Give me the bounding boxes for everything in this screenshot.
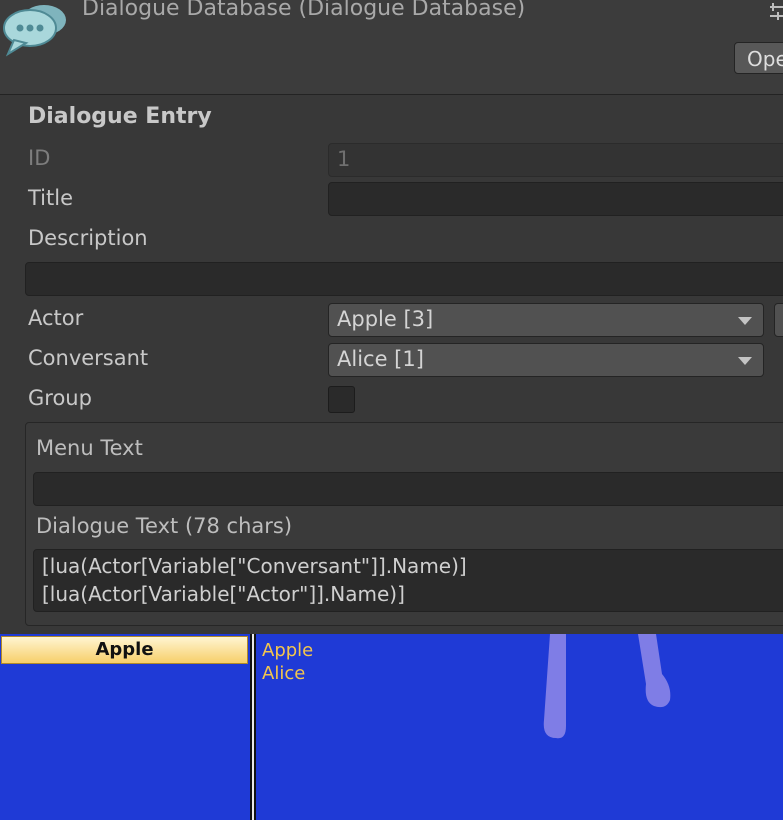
actor-name-tab: Apple	[1, 636, 248, 664]
dialogue-text-area[interactable]: [lua(Actor[Variable["Conversant"]].Name)…	[33, 549, 783, 612]
actor-dropdown-value: Apple [3]	[337, 307, 434, 331]
window-title: Dialogue Database (Dialogue Database)	[82, 0, 526, 21]
game-preview: Apple Apple Alice	[0, 634, 783, 820]
preview-line: Alice	[262, 663, 306, 684]
title-field[interactable]	[328, 182, 783, 216]
actor-label: Actor	[28, 306, 84, 330]
menu-text-label: Menu Text	[36, 436, 143, 460]
window-header: Dialogue Database (Dialogue Database) Op…	[0, 0, 783, 95]
conversant-dropdown[interactable]: Alice [1]	[328, 343, 764, 377]
description-label: Description	[28, 226, 148, 250]
chevron-down-icon	[738, 357, 752, 365]
title-label: Title	[28, 186, 74, 210]
preview-line: Apple	[262, 640, 314, 661]
chevron-down-icon	[738, 317, 752, 325]
open-button[interactable]: Ope	[734, 42, 783, 74]
dialogue-text-line: [lua(Actor[Variable["Actor"]].Name)]	[42, 582, 405, 606]
group-label: Group	[28, 386, 92, 410]
description-field[interactable]	[25, 262, 783, 296]
conversant-dropdown-value: Alice [1]	[337, 347, 424, 371]
character-legs-image	[543, 634, 671, 739]
actor-dropdown[interactable]: Apple [3]	[328, 303, 764, 337]
menu-text-field[interactable]	[33, 472, 783, 506]
group-checkbox[interactable]	[328, 386, 355, 413]
preview-divider[interactable]	[250, 634, 256, 820]
dialogue-text-line: [lua(Actor[Variable["Conversant"]].Name)…	[42, 554, 467, 578]
tune-icon[interactable]	[762, 2, 783, 22]
speech-bubbles-logo-icon	[3, 5, 66, 57]
actor-select-button[interactable]	[774, 303, 783, 337]
dialogue-editor-window: Dialogue Database (Dialogue Database) Op…	[0, 0, 783, 820]
section-title: Dialogue Entry	[28, 104, 212, 129]
conversant-label: Conversant	[28, 346, 149, 370]
id-label: ID	[28, 146, 51, 170]
dialogue-text-label: Dialogue Text (78 chars)	[36, 514, 293, 538]
id-field: 1	[328, 143, 783, 177]
